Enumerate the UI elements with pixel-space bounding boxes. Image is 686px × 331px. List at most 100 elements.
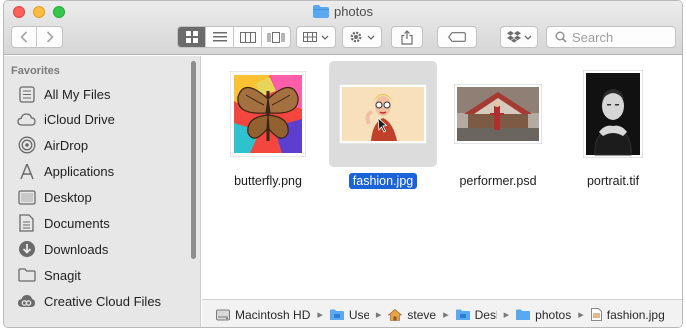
path-separator-icon: ▸ xyxy=(443,309,449,321)
grid-icon xyxy=(185,31,198,43)
window-title: photos xyxy=(4,4,682,21)
column-view-button[interactable] xyxy=(234,27,262,47)
path-item-macintosh-hd[interactable]: Macintosh HD xyxy=(216,308,310,322)
sidebar-item-icloud-drive[interactable]: iCloud Drive xyxy=(17,107,115,131)
path-item-photos[interactable]: photos xyxy=(516,308,571,322)
path-item-label: Users xyxy=(348,307,369,322)
home-icon xyxy=(388,308,403,321)
list-view-button[interactable] xyxy=(206,27,234,47)
path-item-label: Macintosh HD xyxy=(235,307,311,322)
sidebar-item-label: Downloads xyxy=(44,241,109,257)
portrait-thumbnail-icon xyxy=(583,70,643,158)
cover-flow-view-button[interactable] xyxy=(262,27,290,47)
downloads-icon xyxy=(17,240,36,259)
path-bar: Macintosh HD ▸ Users ▸ steve ▸ Desktop ▸… xyxy=(202,299,682,327)
path-separator-icon: ▸ xyxy=(578,309,584,321)
nav-buttons xyxy=(11,26,63,48)
chevron-down-icon xyxy=(524,35,531,40)
action-button[interactable] xyxy=(342,26,382,48)
sidebar-item-all-my-files[interactable]: All My Files xyxy=(17,82,110,106)
view-mode-control xyxy=(177,26,291,48)
chevron-left-icon xyxy=(20,31,28,43)
all-files-icon xyxy=(17,85,36,104)
file-name: performer.psd xyxy=(459,174,537,188)
path-separator-icon: ▸ xyxy=(375,309,382,321)
file-thumbnail-wrap xyxy=(559,61,667,167)
path-item-fashion-jpg[interactable]: fashion.jpg xyxy=(590,307,665,322)
hard-drive-icon xyxy=(216,309,230,321)
path-separator-icon: ▸ xyxy=(503,309,510,321)
chevron-down-icon xyxy=(367,35,375,40)
path-item-desktop[interactable]: Desktop xyxy=(455,307,497,322)
file-item-butterfly[interactable]: butterfly.png xyxy=(214,61,322,190)
search-input[interactable] xyxy=(572,29,662,45)
file-name: butterfly.png xyxy=(234,174,302,188)
folder-icon xyxy=(329,309,344,321)
tag-button[interactable] xyxy=(437,26,477,48)
sidebar-item-label: Documents xyxy=(44,215,110,231)
file-item-portrait[interactable]: portrait.tif xyxy=(559,61,667,190)
sidebar-item-label: Desktop xyxy=(44,189,92,205)
file-thumbnail-wrap xyxy=(444,61,552,167)
sidebar-item-label: Creative Cloud Files xyxy=(44,293,162,309)
path-separator-icon: ▸ xyxy=(317,309,323,321)
folder-icon xyxy=(516,309,531,321)
dropbox-button[interactable] xyxy=(500,26,538,48)
cover-flow-icon xyxy=(267,31,285,43)
fashion-thumbnail-icon xyxy=(339,84,427,144)
path-item-label: steve xyxy=(407,307,437,322)
sidebar-item-label: AirDrop xyxy=(44,137,89,153)
back-button[interactable] xyxy=(12,27,37,47)
path-item-label: Desktop xyxy=(474,307,497,322)
tag-icon xyxy=(448,32,466,42)
sidebar-item-documents[interactable]: Documents xyxy=(17,211,110,235)
sidebar-item-creative-cloud-files[interactable]: Creative Cloud Files xyxy=(17,289,161,313)
file-name-selected: fashion.jpg xyxy=(348,173,418,189)
sidebar-item-applications[interactable]: Applications xyxy=(17,159,114,183)
performer-thumbnail-icon xyxy=(454,84,542,144)
sidebar: Favorites All My Files iCloud Drive AirD… xyxy=(4,56,201,327)
sidebar-item-label: Snagit xyxy=(44,267,81,283)
finder-window: photos Search Favorites All My Files iCl… xyxy=(3,0,683,328)
applications-icon xyxy=(17,162,36,181)
file-thumbnail-wrap xyxy=(214,61,322,167)
path-item-steve[interactable]: steve xyxy=(388,308,436,322)
chevron-down-icon xyxy=(321,35,329,40)
search-field[interactable] xyxy=(546,26,676,48)
path-item-label: fashion.jpg xyxy=(606,307,665,322)
documents-icon xyxy=(17,214,36,233)
icon-view-button[interactable] xyxy=(178,27,206,47)
file-thumbnail-wrap-selected xyxy=(329,61,437,167)
sidebar-item-airdrop[interactable]: AirDrop xyxy=(17,133,88,157)
sidebar-item-downloads[interactable]: Downloads xyxy=(17,237,108,261)
file-icon-view: butterfly.png fashion.jpg performer.psd … xyxy=(202,56,682,299)
sidebar-scrollbar[interactable] xyxy=(191,61,196,259)
sidebar-item-label: iCloud Drive xyxy=(44,111,115,127)
arrange-button[interactable] xyxy=(296,26,336,48)
sidebar-heading: Favorites xyxy=(11,65,60,77)
search-icon xyxy=(555,31,567,43)
dropbox-icon xyxy=(506,31,521,43)
desktop-icon xyxy=(17,188,36,207)
sidebar-item-label: Applications xyxy=(44,163,115,179)
share-icon xyxy=(401,29,413,45)
file-item-performer[interactable]: performer.psd xyxy=(444,61,552,190)
sidebar-item-label: All My Files xyxy=(44,86,111,102)
titlebar: photos xyxy=(4,1,682,55)
window-title-text: photos xyxy=(333,4,374,19)
airdrop-icon xyxy=(17,136,36,155)
chevron-right-icon xyxy=(46,31,54,43)
forward-button[interactable] xyxy=(37,27,62,47)
sidebar-item-desktop[interactable]: Desktop xyxy=(17,185,92,209)
file-item-fashion[interactable]: fashion.jpg xyxy=(329,61,437,190)
arrange-grid-icon xyxy=(303,32,317,42)
path-item-label: photos xyxy=(535,307,572,322)
sidebar-item-snagit[interactable]: Snagit xyxy=(17,263,81,287)
file-name: portrait.tif xyxy=(586,174,640,188)
folder-icon xyxy=(455,309,470,321)
share-button[interactable] xyxy=(391,26,423,48)
columns-icon xyxy=(239,31,256,43)
folder-icon xyxy=(312,5,329,21)
path-item-users[interactable]: Users xyxy=(329,307,369,322)
list-icon xyxy=(212,32,227,42)
